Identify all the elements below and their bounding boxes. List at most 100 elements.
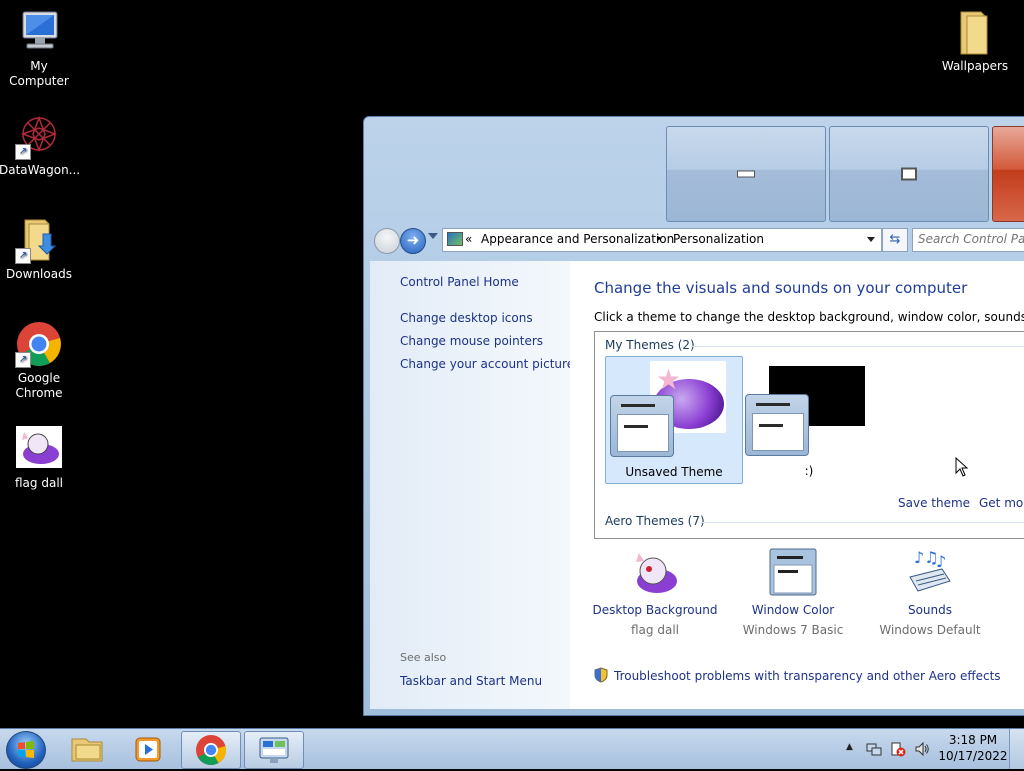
sounds-item[interactable]: ♪♫ ♪ Sounds Windows Default: [865, 547, 995, 637]
see-also-label: See also: [400, 651, 447, 664]
refresh-icon: ⇆: [889, 232, 901, 247]
troubleshoot-link[interactable]: Troubleshoot problems with transparency …: [594, 667, 1001, 683]
taskbar-chrome[interactable]: [181, 731, 241, 769]
save-theme-link[interactable]: Save theme: [898, 496, 970, 510]
desktop-icon-label: My Computer: [9, 59, 69, 88]
theme-smiley[interactable]: :): [741, 356, 877, 482]
media-player-icon: [135, 737, 161, 762]
clock-time: 3:18 PM: [948, 733, 998, 747]
sounds-icon: ♪♫ ♪: [906, 547, 954, 597]
windows-logo-icon: [18, 741, 34, 758]
aero-themes-header[interactable]: Aero Themes (7): [605, 514, 705, 528]
window-preview-icon: [745, 394, 809, 456]
folder-download-icon: ↗: [15, 216, 63, 264]
page-title: Change the visuals and sounds on your co…: [594, 279, 968, 297]
minimize-button[interactable]: [666, 126, 826, 222]
desktop-icon-label: Google Chrome: [15, 371, 63, 400]
search-input[interactable]: [913, 229, 1024, 249]
computer-icon: [15, 8, 63, 56]
svg-text:♪♫: ♪♫: [914, 548, 939, 567]
get-more-themes-link[interactable]: Get more themes online: [979, 496, 1024, 510]
forward-button[interactable]: ➜: [400, 228, 426, 254]
shortcut-arrow-icon: ↗: [15, 248, 31, 264]
maximize-button[interactable]: [829, 126, 989, 222]
change-account-picture-link[interactable]: Change your account picture: [400, 357, 574, 371]
back-button[interactable]: [374, 228, 400, 254]
theme-thumbnail: ★: [610, 361, 736, 457]
desktop-icon-flag-dall[interactable]: flag dall: [0, 426, 79, 491]
image-icon: [16, 426, 62, 468]
desktop-icon-my-computer[interactable]: My Computer: [0, 8, 79, 89]
shield-icon: [594, 667, 608, 683]
show-hidden-icons-button[interactable]: ▲: [846, 742, 853, 752]
taskbar-media-player[interactable]: [119, 731, 177, 767]
control-panel-icon: [259, 737, 289, 763]
desktop-icon-downloads[interactable]: ↗ Downloads: [0, 216, 79, 282]
shortcut-arrow-icon: ↗: [15, 352, 31, 368]
show-desktop-button[interactable]: [1009, 729, 1024, 769]
address-bar[interactable]: « Appearance and Personalization ▸ Perso…: [442, 228, 882, 252]
theme-name: Unsaved Theme: [625, 465, 723, 479]
task-pane: Control Panel Home Change desktop icons …: [370, 261, 574, 709]
volume-icon[interactable]: [914, 741, 930, 760]
search-box[interactable]: [912, 228, 1024, 252]
clock-date: 10/17/2022: [938, 749, 1008, 763]
desktop-icon-label: DataWagon...: [0, 163, 81, 177]
datawagon-icon: ↗: [15, 112, 63, 160]
control-panel-icon: [447, 232, 463, 246]
clock[interactable]: 3:18 PM 10/17/2022: [938, 733, 1008, 763]
page-description: Click a theme to change the desktop back…: [594, 310, 1024, 324]
group-divider: [691, 346, 1024, 347]
personalization-window: ➜ « Appearance and Personalization ▸ Per…: [363, 116, 1024, 716]
svg-text:♪: ♪: [936, 552, 946, 571]
maximize-icon: [901, 167, 917, 181]
desktop-icon-datawagon[interactable]: ↗ DataWagon...: [0, 112, 81, 178]
start-button[interactable]: [6, 731, 46, 769]
theme-name: :): [804, 464, 814, 478]
address-dropdown[interactable]: [867, 237, 875, 242]
change-desktop-icons-link[interactable]: Change desktop icons: [400, 311, 533, 325]
main-content: Change the visuals and sounds on your co…: [570, 261, 1024, 709]
navigation-bar: ➜ « Appearance and Personalization ▸ Per…: [370, 227, 1024, 254]
folder-icon: [951, 8, 999, 56]
refresh-button[interactable]: ⇆: [882, 228, 908, 252]
change-mouse-pointers-link[interactable]: Change mouse pointers: [400, 334, 543, 348]
action-center-icon[interactable]: [890, 741, 906, 760]
breadcrumb-separator-icon[interactable]: ▸: [657, 233, 662, 244]
theme-unsaved[interactable]: ★ Unsaved Theme: [605, 356, 743, 484]
window-preview-icon: [610, 395, 674, 457]
taskbar-start-menu-link[interactable]: Taskbar and Start Menu: [400, 674, 542, 688]
troubleshoot-label: Troubleshoot problems with transparency …: [614, 669, 1001, 683]
group-divider: [701, 522, 1024, 523]
taskbar-explorer[interactable]: [58, 731, 116, 767]
recent-pages-dropdown[interactable]: [428, 233, 438, 239]
theme-list: My Themes (2) ★ Unsaved Theme:) Save th…: [594, 331, 1024, 539]
close-button[interactable]: [992, 126, 1024, 222]
network-icon[interactable]: [866, 741, 882, 760]
window-color-item[interactable]: Window Color Windows 7 Basic: [728, 547, 858, 637]
mouse-pointer-icon: [955, 456, 969, 480]
sounds-link[interactable]: Sounds: [865, 603, 995, 617]
chrome-icon: ↗: [15, 320, 63, 368]
desktop-icon-label: Downloads: [6, 267, 72, 281]
chrome-icon: [196, 735, 227, 766]
desktop-background-item[interactable]: Desktop Background flag dall: [590, 547, 720, 637]
control-panel-home-link[interactable]: Control Panel Home: [400, 275, 519, 289]
breadcrumb-personalization[interactable]: Personalization: [673, 232, 764, 246]
window-color-link[interactable]: Window Color: [728, 603, 858, 617]
minimize-icon: [737, 170, 755, 178]
desktop-icon-wallpapers[interactable]: Wallpapers: [935, 8, 1015, 74]
sounds-value: Windows Default: [879, 623, 981, 637]
desktop-icon-label: flag dall: [15, 476, 63, 490]
arrow-right-icon: ➜: [406, 231, 420, 249]
shortcut-arrow-icon: ↗: [15, 144, 31, 160]
my-themes-header[interactable]: My Themes (2): [605, 338, 695, 352]
desktop-background-link[interactable]: Desktop Background: [590, 603, 720, 617]
theme-thumbnail: [745, 360, 871, 456]
breadcrumb-appearance[interactable]: Appearance and Personalization: [481, 232, 674, 246]
taskbar-control-panel[interactable]: [244, 731, 304, 769]
wallpaper-icon: [631, 547, 679, 597]
breadcrumb-overflow[interactable]: «: [465, 232, 472, 246]
desktop-icon-google-chrome[interactable]: ↗ Google Chrome: [0, 320, 79, 401]
window-color-icon: [769, 547, 817, 597]
